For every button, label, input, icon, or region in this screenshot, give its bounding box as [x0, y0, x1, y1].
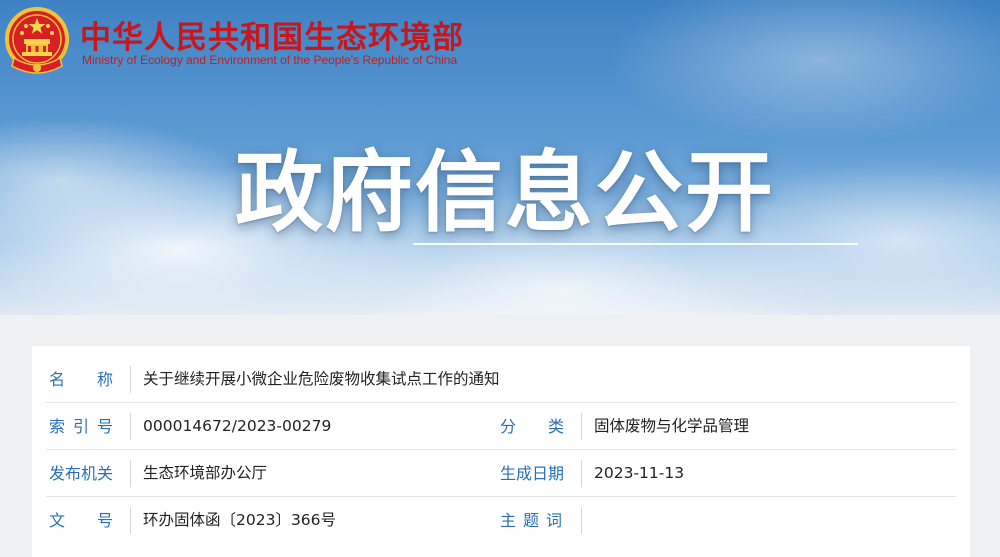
issuer-value: 生态环境部办公厅 [143, 464, 268, 482]
index-value: 000014672/2023-00279 [143, 417, 332, 435]
docno-label: 文 号 [49, 511, 113, 530]
hero-underline [413, 243, 858, 245]
divider [581, 413, 582, 440]
divider [130, 366, 131, 393]
ministry-name-en: Ministry of Ecology and Environment of t… [82, 53, 458, 67]
document-info-card: 名 称 关于继续开展小微企业危险废物收集试点工作的通知 索 引 号 000014… [32, 346, 970, 557]
divider [581, 507, 582, 534]
category-label: 分 类 [500, 417, 564, 436]
divider [130, 460, 131, 487]
name-label: 名 称 [49, 370, 113, 389]
national-emblem-icon [5, 7, 69, 74]
date-label: 生成日期 [500, 464, 565, 483]
page-hero-title: 政府信息公开 [234, 141, 775, 244]
date-value: 2023-11-13 [594, 464, 685, 482]
info-row-name: 名 称 关于继续开展小微企业危险废物收集试点工作的通知 [46, 356, 956, 403]
docno-value: 环办固体函〔2023〕366号 [143, 511, 337, 529]
header-banner: 中华人民共和国生态环境部 Ministry of Ecology and Env… [0, 0, 1000, 315]
divider [581, 460, 582, 487]
info-row-index: 索 引 号 000014672/2023-00279 分 类 固体废物与化学品管… [46, 403, 956, 450]
index-label: 索 引 号 [49, 417, 113, 436]
divider [130, 507, 131, 534]
divider [130, 413, 131, 440]
name-value: 关于继续开展小微企业危险废物收集试点工作的通知 [143, 370, 500, 388]
category-value: 固体废物与化学品管理 [594, 417, 750, 435]
keywords-label: 主 题 词 [500, 511, 562, 530]
info-row-docno: 文 号 环办固体函〔2023〕366号 主 题 词 [46, 497, 956, 544]
issuer-label: 发布机关 [49, 464, 114, 483]
ministry-name-cn: 中华人民共和国生态环境部 [80, 20, 464, 56]
info-row-issuer: 发布机关 生态环境部办公厅 生成日期 2023-11-13 [46, 450, 956, 497]
